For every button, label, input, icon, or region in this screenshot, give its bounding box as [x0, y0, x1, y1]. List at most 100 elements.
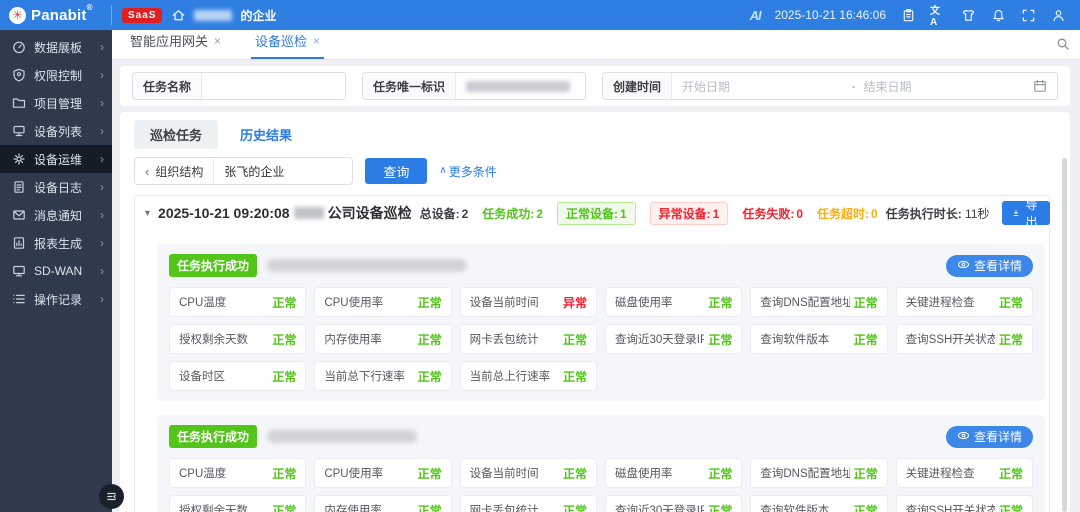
subtab-0[interactable]: 巡检任务	[134, 120, 219, 149]
more-conditions-link[interactable]: ∧ 更多条件	[439, 163, 496, 180]
check-status: 正常	[998, 503, 1023, 512]
duration-value: 11秒	[965, 206, 990, 221]
org-structure-field: ‹ 组织结构 张飞的企业	[134, 157, 354, 185]
range-separator: -	[851, 79, 856, 93]
subtab-1[interactable]: 历史结果	[224, 120, 309, 149]
task-uid-field: 任务唯一标识	[362, 72, 586, 100]
org-name-suffix: 的企业	[240, 8, 277, 23]
chevron-up-icon: ∧	[439, 164, 447, 176]
org-structure-label: 组织结构	[155, 164, 204, 179]
result-datetime: 2025-10-21 09:20:08	[158, 205, 290, 221]
check-status: 正常	[853, 332, 878, 347]
close-icon[interactable]: ×	[313, 35, 320, 47]
stat-badge: 正常设备: 1	[556, 201, 636, 225]
vertical-scrollbar[interactable]	[1062, 158, 1067, 512]
task-name-label: 任务名称	[133, 73, 203, 99]
check-item: 设备当前时间 正常	[459, 458, 597, 488]
search-button[interactable]: 查询	[365, 158, 428, 184]
date-range-input[interactable]: 开始日期 - 结束日期	[672, 73, 1057, 99]
sidebar-item-label: 项目管理	[34, 96, 83, 111]
view-detail-button[interactable]: 查看详情	[945, 425, 1033, 448]
search-icon[interactable]	[1056, 37, 1070, 56]
check-item: 设备时区 正常	[169, 361, 307, 391]
collapse-result-icon[interactable]: ▾	[145, 208, 150, 219]
check-item: 设备当前时间 异常	[459, 287, 597, 317]
org-structure-toggle[interactable]: ‹ 组织结构	[135, 158, 215, 184]
sidebar-item-reports[interactable]: 报表生成 ›	[0, 229, 112, 257]
chevron-right-icon: ›	[100, 152, 104, 166]
chevron-right-icon: ›	[100, 124, 104, 138]
chevron-right-icon: ›	[100, 236, 104, 250]
account-icon[interactable]	[1050, 7, 1066, 23]
sidebar-item-device-logs[interactable]: 设备日志 ›	[0, 173, 112, 201]
eye-icon	[957, 258, 970, 274]
check-name: 查询近30天登录IP	[614, 505, 705, 512]
check-name: 磁盘使用率	[614, 297, 673, 309]
check-status: 正常	[708, 332, 733, 347]
chevron-right-icon: ›	[100, 292, 104, 306]
sidebar-item-dashboard[interactable]: 数据展板 ›	[0, 33, 112, 61]
result-stats: 总设备: 2 任务成功: 2 正常设备: 1 异常设备: 1 任务失败: 0 任务超时: 0	[420, 201, 878, 225]
view-detail-button[interactable]: 查看详情	[945, 254, 1033, 277]
check-name: 内存使用率	[324, 505, 382, 512]
device-list-icon	[12, 124, 27, 139]
sidebar-item-project[interactable]: 项目管理 ›	[0, 89, 112, 117]
check-name: 网卡丢包统计	[469, 334, 539, 346]
org-input[interactable]: 张飞的企业	[214, 158, 352, 184]
sidebar-item-sd-wan[interactable]: SD-WAN ›	[0, 257, 112, 285]
check-item: 网卡丢包统计 正常	[459, 495, 597, 512]
sidebar-item-label: 操作记录	[34, 292, 83, 307]
sidebar-item-op-records[interactable]: 操作记录 ›	[0, 285, 112, 313]
check-name: 查询软件版本	[760, 505, 830, 512]
task-name-input[interactable]	[202, 73, 345, 99]
sidebar-item-label: 设备列表	[34, 124, 83, 139]
result-title-suffix: 公司设备巡检	[327, 205, 412, 221]
sidebar-item-device-list[interactable]: 设备列表 ›	[0, 117, 112, 145]
sidebar-item-label: 消息通知	[34, 208, 83, 223]
end-date-placeholder: 结束日期	[863, 79, 912, 94]
export-button[interactable]: 导出	[1001, 198, 1050, 229]
subtab-list: 巡检任务 历史结果	[134, 120, 1056, 149]
chevron-left-icon: ‹	[145, 163, 150, 179]
check-item: 查询近30天登录IP 正常	[604, 324, 743, 354]
sidebar-item-device-ops[interactable]: 设备运维 ›	[0, 145, 112, 173]
clipboard-icon[interactable]	[900, 7, 916, 23]
fullscreen-icon[interactable]	[1020, 7, 1036, 23]
calendar-icon[interactable]	[1033, 79, 1047, 93]
stat-badge: 任务成功: 2	[482, 206, 543, 221]
device-card: 任务执行成功 查看详情 CPU温度 正常 CPU使用率 正常 设备当前时间 异常…	[157, 244, 1045, 401]
bell-icon[interactable]	[990, 7, 1006, 23]
check-status: 正常	[853, 503, 878, 512]
check-status: 正常	[417, 369, 442, 384]
close-icon[interactable]: ×	[214, 35, 221, 47]
topbar-actions: AI 2025-10-21 16:46:06 文A	[750, 6, 1080, 28]
tab-0[interactable]: 智能应用网关 ×	[126, 31, 225, 59]
check-name: 查询软件版本	[760, 334, 830, 346]
check-name: 查询DNS配置地址	[760, 297, 850, 309]
check-item: 磁盘使用率 正常	[604, 287, 743, 317]
collapse-sidebar-button[interactable]	[99, 484, 124, 509]
redacted-task-uid	[466, 80, 571, 92]
sidebar-item-label: 报表生成	[34, 236, 83, 251]
check-status: 正常	[417, 295, 442, 310]
translate-icon[interactable]: 文A	[930, 6, 946, 28]
sidebar-item-notifications[interactable]: 消息通知 ›	[0, 201, 112, 229]
sidebar-item-permission[interactable]: 权限控制 ›	[0, 61, 112, 89]
tab-list: 智能应用网关 × 设备巡检 ×	[126, 31, 350, 59]
check-item: 查询软件版本 正常	[750, 324, 888, 354]
sidebar-item-label: 设备日志	[34, 180, 83, 195]
home-icon[interactable]	[170, 7, 186, 23]
theme-icon[interactable]	[960, 7, 976, 23]
check-grid: CPU温度 正常 CPU使用率 正常 设备当前时间 正常 磁盘使用率 正常 查询…	[169, 458, 1033, 512]
tab-1[interactable]: 设备巡检 ×	[251, 31, 325, 59]
dashboard-icon	[12, 40, 27, 55]
chevron-right-icon: ›	[100, 68, 104, 82]
task-uid-input[interactable]	[456, 73, 585, 99]
filter-bar: 任务名称 任务唯一标识 创建时间 开始日期 - 结束日期	[120, 66, 1070, 106]
check-name: 关键进程检查	[905, 297, 975, 309]
content: 任务名称 任务唯一标识 创建时间 开始日期 - 结束日期 巡检任务 历史结果 ‹…	[112, 60, 1080, 512]
check-name: 磁盘使用率	[614, 468, 673, 480]
check-name: 查询近30天登录IP	[614, 334, 705, 346]
task-status-badge: 任务执行成功	[169, 254, 258, 277]
check-status: 正常	[417, 503, 442, 512]
